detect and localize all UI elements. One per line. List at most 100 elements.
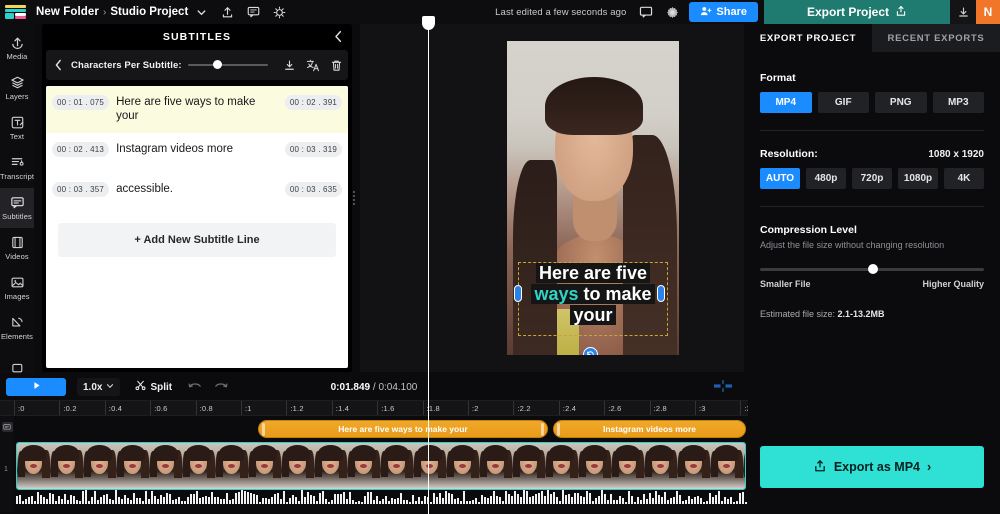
compression-slider[interactable] — [760, 264, 984, 274]
clip-trim-handle-left[interactable] — [262, 423, 265, 436]
caption-rotate-handle[interactable] — [583, 347, 598, 355]
timeline-subtitle-clip[interactable]: Here are five ways to make your — [258, 420, 548, 438]
subtitle-text[interactable]: Here are five ways to make your — [109, 95, 285, 124]
fit-to-screen-icon[interactable] — [712, 379, 734, 393]
caption-resize-handle-right[interactable] — [657, 285, 665, 302]
sidebar-item-images[interactable]: Images — [0, 268, 34, 308]
waveform-bar — [514, 491, 516, 504]
timeline-playhead[interactable] — [422, 16, 435, 514]
waveform-bar — [553, 492, 555, 504]
video-thumbnail — [578, 443, 611, 489]
sidebar-item-subtitles[interactable]: Subtitles — [0, 188, 34, 228]
sidebar-item-videos[interactable]: Videos — [0, 228, 34, 268]
waveform-bar — [436, 496, 438, 504]
undo-icon[interactable] — [188, 378, 202, 396]
chevron-left-icon[interactable] — [330, 27, 346, 45]
subtitle-row[interactable]: 00 : 02 . 413 Instagram videos more 00 :… — [46, 133, 348, 173]
waveform-bar — [208, 496, 210, 504]
video-thumbnail — [479, 443, 512, 489]
video-preview-frame[interactable]: Here are five ways to make your — [507, 41, 679, 355]
waveform-bar — [439, 493, 441, 504]
waveform-bar — [277, 493, 279, 504]
tab-recent-exports[interactable]: RECENT EXPORTS — [872, 24, 1000, 52]
share-button[interactable]: Share — [689, 2, 758, 22]
feedback-icon[interactable] — [633, 0, 659, 24]
sidebar-item-text[interactable]: Text — [0, 108, 34, 148]
subtitle-start-time[interactable]: 00 : 02 . 413 — [52, 141, 110, 157]
resolution-option-720p[interactable]: 720p — [852, 168, 892, 189]
waveform-bar — [400, 492, 402, 504]
export-as-mp4-button[interactable]: Export as MP4 › — [760, 446, 984, 488]
waveform-bar — [154, 496, 156, 504]
split-button[interactable]: Split — [129, 378, 178, 396]
caption-resize-handle-left[interactable] — [514, 285, 522, 302]
logo-mark[interactable] — [5, 4, 27, 20]
resolution-option-480p[interactable]: 480p — [806, 168, 846, 189]
breadcrumb-folder[interactable]: New Folder — [36, 6, 99, 18]
sidebar-item-media[interactable]: Media — [0, 28, 34, 68]
resolution-option-1080p[interactable]: 1080p — [898, 168, 938, 189]
panel-resize-handle[interactable] — [353, 189, 356, 211]
download-icon[interactable] — [283, 59, 296, 72]
compression-slider-knob[interactable] — [868, 264, 878, 274]
lightbulb-icon[interactable] — [266, 0, 292, 24]
sidebar-item-elements[interactable]: Elements — [0, 308, 34, 348]
caption-selection-box[interactable]: Here are five ways to make your — [518, 262, 668, 336]
resolution-option-auto[interactable]: AUTO — [760, 168, 800, 189]
subtitle-track-icon[interactable] — [1, 422, 13, 432]
waveform-bar — [376, 496, 378, 504]
add-new-subtitle-line-button[interactable]: + Add New Subtitle Line — [58, 222, 336, 257]
waveform-bar — [349, 492, 351, 504]
subtitle-end-time[interactable]: 00 : 02 . 391 — [284, 95, 342, 110]
translate-icon[interactable] — [306, 59, 320, 72]
playhead-handle[interactable] — [422, 16, 435, 30]
waveform-bar — [217, 496, 219, 504]
waveform-bar — [544, 495, 546, 504]
subtitle-end-time[interactable]: 00 : 03 . 319 — [284, 141, 342, 157]
waveform-bar — [334, 493, 336, 504]
sidebar-item-layers[interactable]: Layers — [0, 68, 34, 108]
waveform-bar — [448, 493, 450, 504]
subtitle-text[interactable]: Instagram videos more — [109, 142, 285, 156]
user-avatar[interactable]: N — [976, 0, 1000, 24]
tab-export-project[interactable]: EXPORT PROJECT — [744, 24, 872, 52]
subtitle-start-time[interactable]: 00 : 01 . 075 — [52, 95, 110, 110]
playback-speed-button[interactable]: 1.0x — [77, 378, 121, 396]
format-option-gif[interactable]: GIF — [817, 92, 869, 113]
comment-icon[interactable] — [240, 0, 266, 24]
waveform-bar — [172, 500, 174, 504]
characters-per-subtitle-slider[interactable] — [187, 59, 268, 71]
waveform-bar — [685, 500, 687, 504]
export-project-button[interactable]: Export Project — [764, 0, 950, 24]
waveform-bar — [403, 500, 405, 504]
subtitle-start-time[interactable]: 00 : 03 . 357 — [52, 181, 110, 197]
subtitle-end-time[interactable]: 00 : 03 . 635 — [284, 181, 342, 197]
upload-icon[interactable] — [214, 0, 240, 24]
redo-icon[interactable] — [214, 378, 228, 396]
format-option-mp3[interactable]: MP3 — [932, 92, 984, 113]
timeline-ruler[interactable]: :0:0.2:0.4:0.6:0.8:1:1.2:1.4:1.6:1.8:2:2… — [0, 400, 748, 416]
format-option-png[interactable]: PNG — [875, 92, 927, 113]
trash-icon[interactable] — [330, 59, 343, 72]
subtitle-row[interactable]: 00 : 01 . 075 Here are five ways to make… — [46, 86, 348, 133]
subtitle-row[interactable]: 00 : 03 . 357 accessible. 00 : 03 . 635 — [46, 173, 348, 213]
play-button[interactable] — [6, 378, 66, 396]
ruler-tick: :3.2 — [740, 401, 748, 415]
resolution-option-4k[interactable]: 4K — [944, 168, 984, 189]
clip-trim-handle-right[interactable] — [541, 423, 544, 436]
sidebar-item-transcript[interactable]: Transcript — [0, 148, 34, 188]
breadcrumb-project[interactable]: Studio Project — [110, 6, 188, 18]
download-icon[interactable] — [950, 0, 976, 24]
waveform-bar — [709, 493, 711, 504]
back-chevron-left-icon[interactable] — [51, 59, 65, 71]
format-option-mp4[interactable]: MP4 — [760, 92, 812, 113]
subtitle-text[interactable]: accessible. — [109, 182, 285, 196]
video-thumbnail — [83, 443, 116, 489]
chevron-down-icon[interactable] — [188, 0, 214, 24]
waveform-bar — [118, 496, 120, 504]
timeline-subtitle-clip[interactable]: Instagram videos more — [553, 420, 746, 438]
slider-knob[interactable] — [212, 60, 222, 69]
timeline-video-track[interactable] — [16, 442, 746, 490]
gear-icon[interactable] — [659, 0, 685, 24]
clip-trim-handle-left[interactable] — [557, 423, 560, 436]
